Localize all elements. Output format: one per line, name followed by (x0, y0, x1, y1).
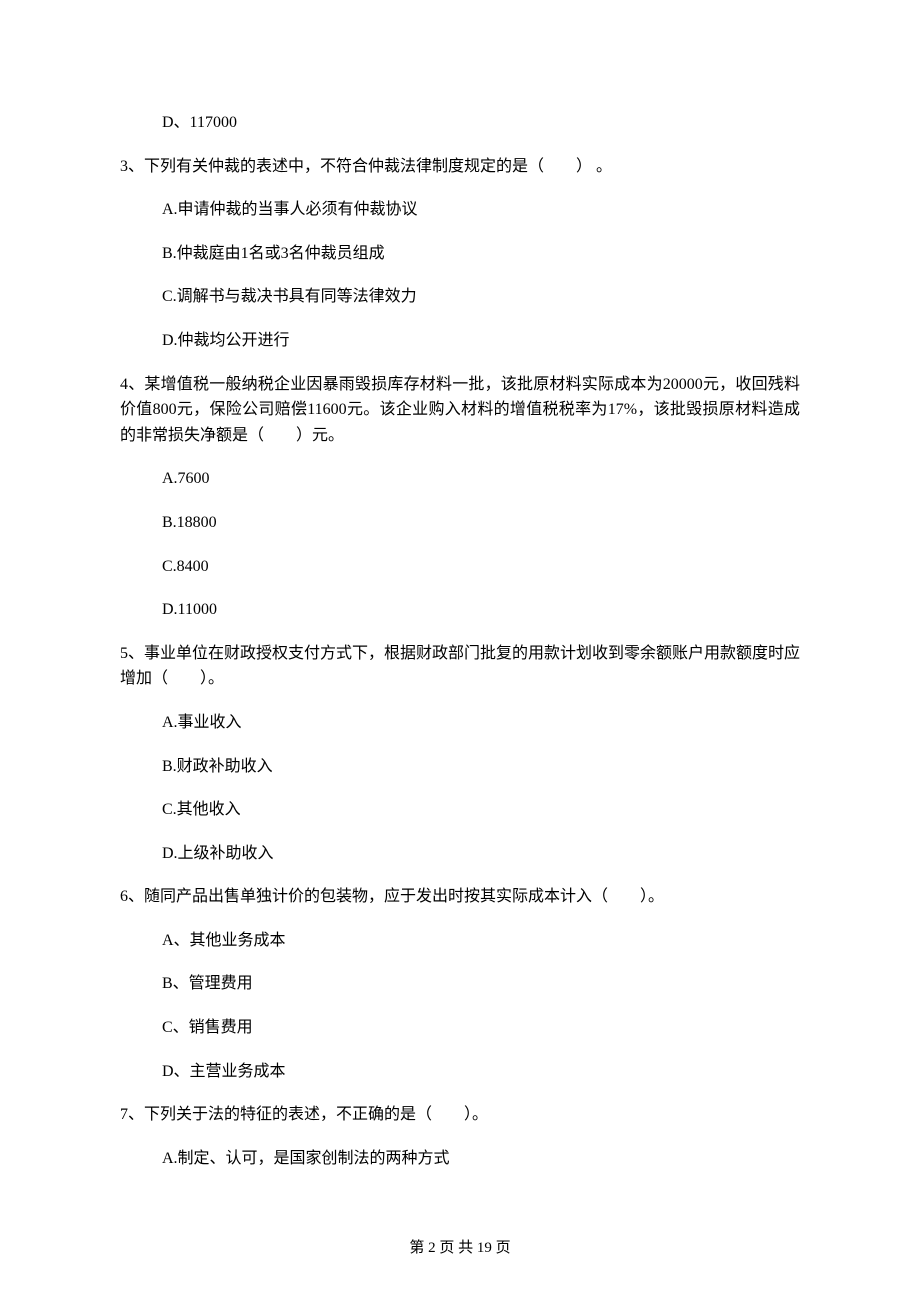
q4-option-c: C.8400 (120, 554, 800, 580)
page-number: 第 2 页 共 19 页 (409, 1240, 510, 1256)
option-text: B.财政补助收入 (162, 758, 273, 775)
option-text: D、117000 (162, 114, 237, 131)
option-text: B.18800 (162, 514, 217, 531)
q6-option-c: C、销售费用 (120, 1015, 800, 1041)
option-text: C.8400 (162, 558, 209, 575)
q2-option-d: D、117000 (120, 110, 800, 136)
q7-stem: 7、下列关于法的特征的表述，不正确的是（ ）。 (120, 1102, 800, 1128)
q3-stem: 3、下列有关仲裁的表述中，不符合仲裁法律制度规定的是（ ） 。 (120, 154, 800, 180)
q5-option-b: B.财政补助收入 (120, 754, 800, 780)
q6-option-d: D、主营业务成本 (120, 1059, 800, 1085)
option-text: A.事业收入 (162, 714, 242, 731)
q6-stem: 6、随同产品出售单独计价的包装物，应于发出时按其实际成本计入（ ）。 (120, 884, 800, 910)
option-text: A.7600 (162, 470, 210, 487)
option-text: A.申请仲裁的当事人必须有仲裁协议 (162, 201, 418, 218)
q6-option-a: A、其他业务成本 (120, 928, 800, 954)
q5-option-c: C.其他收入 (120, 797, 800, 823)
q4-option-b: B.18800 (120, 510, 800, 536)
option-text: C.其他收入 (162, 801, 241, 818)
q7-option-a: A.制定、认可，是国家创制法的两种方式 (120, 1146, 800, 1172)
option-text: D.上级补助收入 (162, 845, 274, 862)
option-text: C、销售费用 (162, 1019, 253, 1036)
q3-option-b: B.仲裁庭由1名或3名仲裁员组成 (120, 241, 800, 267)
q6-option-b: B、管理费用 (120, 971, 800, 997)
option-text: D、主营业务成本 (162, 1063, 286, 1080)
q5-stem: 5、事业单位在财政授权支付方式下，根据财政部门批复的用款计划收到零余额账户用款额… (120, 641, 800, 692)
q4-option-a: A.7600 (120, 466, 800, 492)
q4-option-d: D.11000 (120, 597, 800, 623)
q5-option-d: D.上级补助收入 (120, 841, 800, 867)
q3-option-d: D.仲裁均公开进行 (120, 328, 800, 354)
q3-option-a: A.申请仲裁的当事人必须有仲裁协议 (120, 197, 800, 223)
option-text: A、其他业务成本 (162, 932, 286, 949)
option-text: C.调解书与裁决书具有同等法律效力 (162, 288, 417, 305)
option-text: A.制定、认可，是国家创制法的两种方式 (162, 1150, 450, 1167)
question-text: 4、某增值税一般纳税企业因暴雨毁损库存材料一批，该批原材料实际成本为20000元… (120, 376, 800, 444)
option-text: D.11000 (162, 601, 217, 618)
page-footer: 第 2 页 共 19 页 (0, 1236, 920, 1260)
q5-option-a: A.事业收入 (120, 710, 800, 736)
question-text: 3、下列有关仲裁的表述中，不符合仲裁法律制度规定的是（ ） 。 (120, 158, 612, 175)
option-text: B.仲裁庭由1名或3名仲裁员组成 (162, 245, 385, 262)
option-text: B、管理费用 (162, 975, 253, 992)
question-text: 5、事业单位在财政授权支付方式下，根据财政部门批复的用款计划收到零余额账户用款额… (120, 645, 800, 688)
question-text: 7、下列关于法的特征的表述，不正确的是（ ）。 (120, 1106, 488, 1123)
q4-stem: 4、某增值税一般纳税企业因暴雨毁损库存材料一批，该批原材料实际成本为20000元… (120, 372, 800, 449)
q3-option-c: C.调解书与裁决书具有同等法律效力 (120, 284, 800, 310)
option-text: D.仲裁均公开进行 (162, 332, 290, 349)
question-text: 6、随同产品出售单独计价的包装物，应于发出时按其实际成本计入（ ）。 (120, 888, 664, 905)
